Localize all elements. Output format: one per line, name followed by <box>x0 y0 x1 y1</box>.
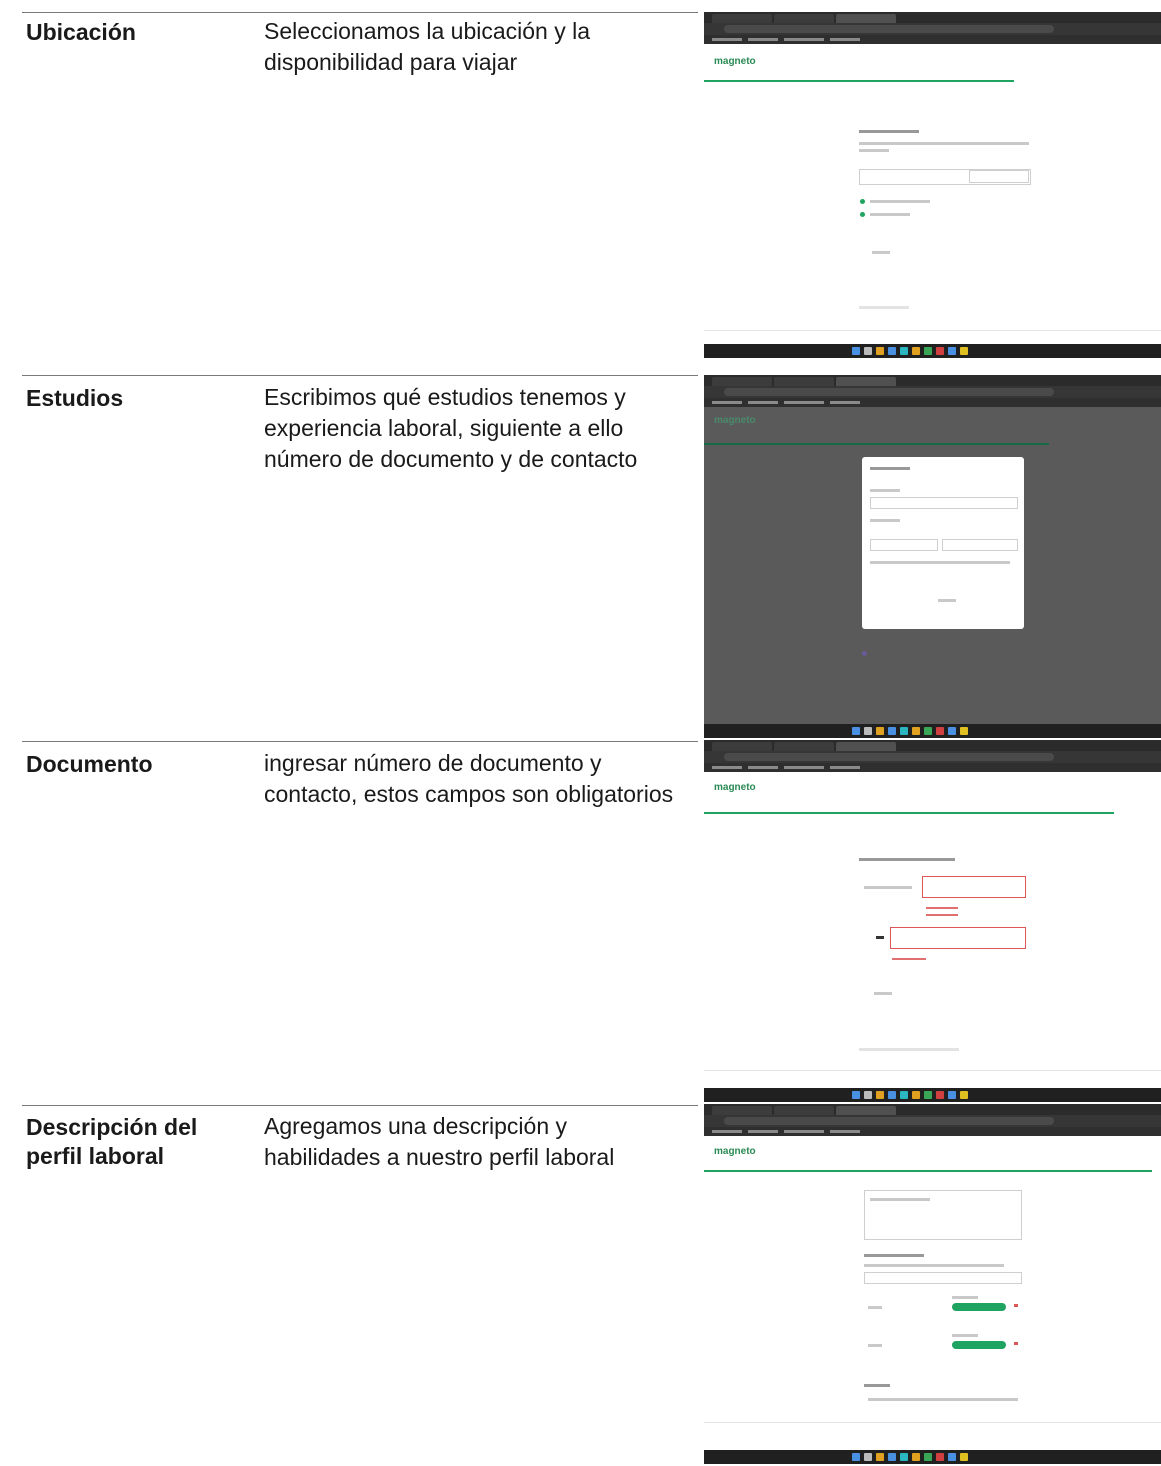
row-title: Ubicación <box>26 19 136 45</box>
add-study-modal <box>862 457 1024 629</box>
row-title: Estudios <box>26 385 124 411</box>
skills-input[interactable] <box>864 1272 1022 1284</box>
address-bar <box>704 751 1161 763</box>
magneto-logo: magneto <box>714 56 756 67</box>
taskbar <box>704 1088 1161 1102</box>
row-description: Agregamos una descripción y habilidades … <box>264 1113 615 1170</box>
skill-level-bar[interactable] <box>952 1341 1006 1349</box>
taskbar <box>704 724 1161 738</box>
row-divider <box>22 1105 698 1106</box>
screenshot-documento: magneto <box>704 740 1161 1102</box>
address-bar <box>704 386 1161 398</box>
phone-input[interactable] <box>890 927 1026 949</box>
address-bar <box>704 23 1161 35</box>
row-title: Documento <box>26 751 153 777</box>
taskbar <box>704 1450 1161 1464</box>
screenshot-perfil-laboral: magneto <box>704 1104 1161 1466</box>
start-select[interactable] <box>870 539 938 551</box>
taskbar <box>704 344 1161 358</box>
end-select[interactable] <box>942 539 1018 551</box>
row-divider <box>22 12 698 13</box>
row-divider <box>22 375 698 376</box>
row-title: Descripción del perfil laboral <box>26 1114 198 1169</box>
bookmarks-bar <box>704 1127 1161 1136</box>
magneto-logo: magneto <box>714 782 756 793</box>
screenshot-ubicacion: magneto <box>704 12 1161 358</box>
bookmarks-bar <box>704 35 1161 44</box>
study-input[interactable] <box>870 497 1018 509</box>
magneto-logo: magneto <box>714 1146 756 1157</box>
magneto-logo: magneto <box>714 415 756 426</box>
browser-tab-bar <box>704 375 1161 386</box>
row-description: Seleccionamos la ubicación y la disponib… <box>264 18 591 75</box>
browser-tab-bar <box>704 1104 1161 1115</box>
row-description: ingresar número de documento y contacto,… <box>264 750 674 807</box>
row-description: Escribimos qué estudios tenemos y experi… <box>264 384 638 472</box>
address-bar <box>704 1115 1161 1127</box>
progress-bar <box>704 80 1014 82</box>
screenshot-estudios: magneto <box>704 375 1161 739</box>
location-select[interactable] <box>969 170 1029 183</box>
document-number-input[interactable] <box>922 876 1026 898</box>
browser-tab-bar <box>704 740 1161 751</box>
skill-level-bar[interactable] <box>952 1303 1006 1311</box>
browser-tab-bar <box>704 12 1161 23</box>
row-divider <box>22 741 698 742</box>
bookmarks-bar <box>704 398 1161 407</box>
bookmarks-bar <box>704 763 1161 772</box>
